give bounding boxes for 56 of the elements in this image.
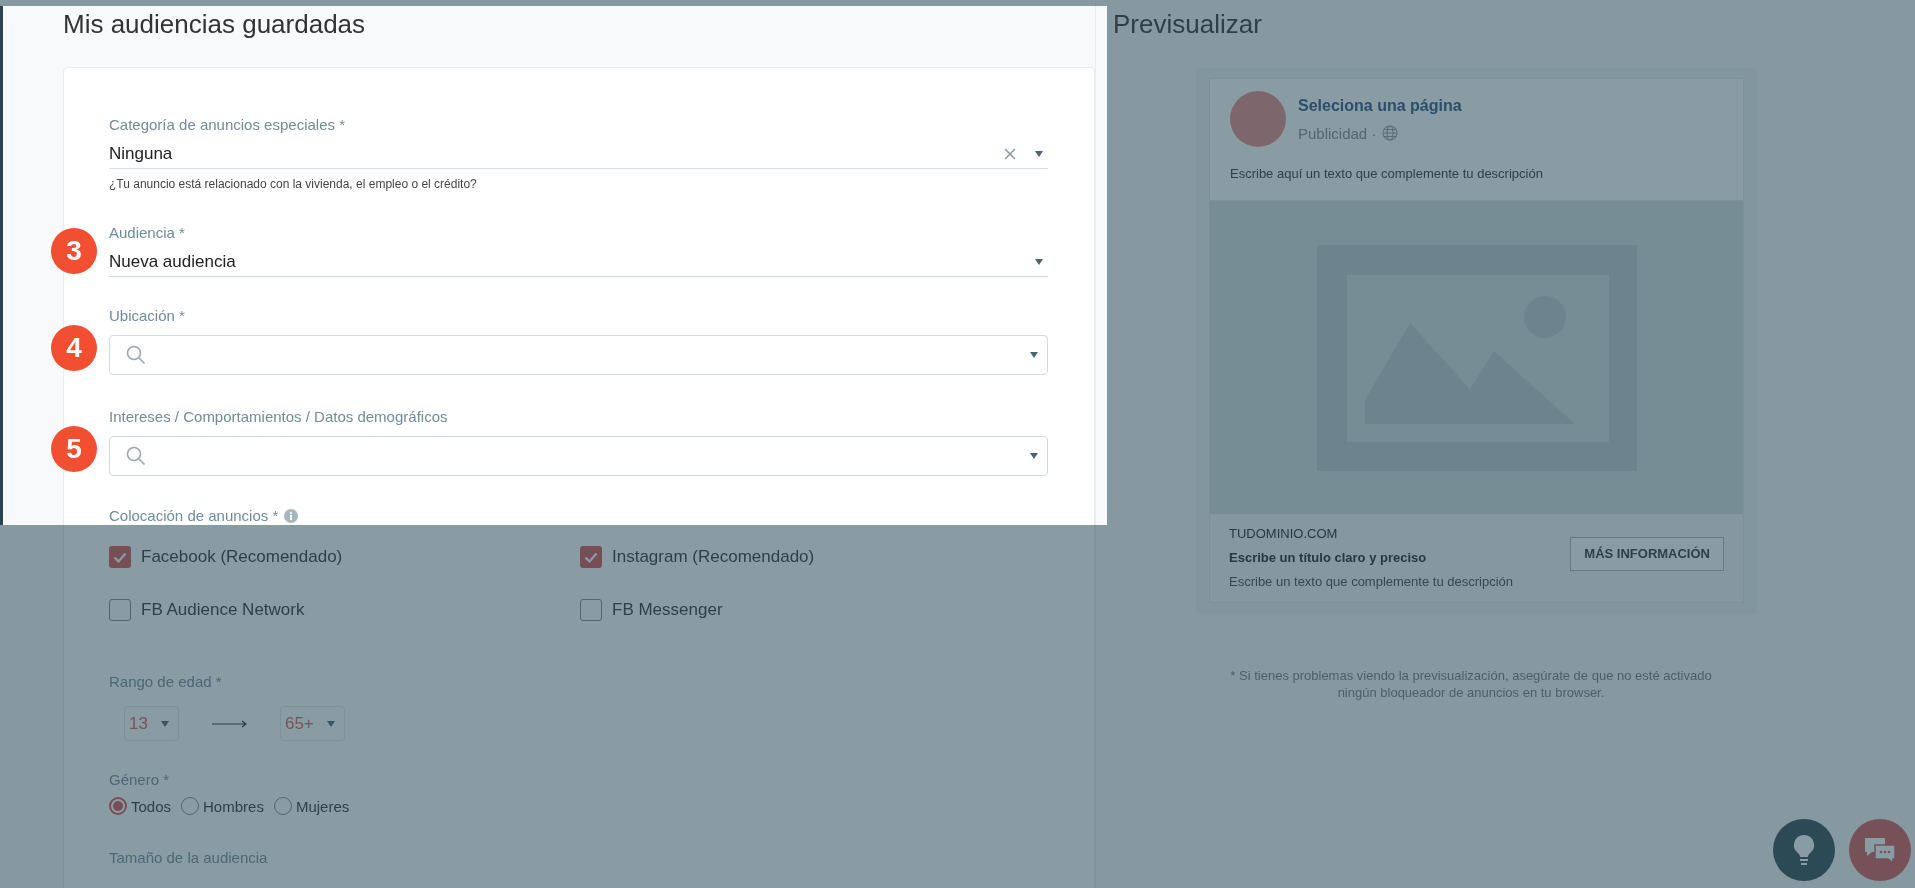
radio-label: Hombres [203,797,264,815]
radio-label: Mujeres [295,797,350,815]
step-badge: 5 [51,426,97,472]
field-label: Intereses / Comportamientos / Datos demográficos [109,408,448,426]
checkbox-label: Facebook (Recomendado) [141,547,343,567]
search-field[interactable] [109,335,1048,375]
search-icon [126,446,146,466]
checkbox-label: FB Messenger [612,600,723,620]
field-label: Categoría de anuncios especiales * [109,116,345,134]
check-icon [584,551,598,563]
field-label: Tamaño de la audiencia [109,849,268,867]
caret-icon [159,720,170,727]
info-icon [284,509,299,523]
select-field[interactable]: Ninguna [109,140,1048,169]
helper-text: ¿Tu anuncio está relacionado con la vivienda, el empleo o el crédito? [109,177,477,191]
checkbox-label: Instagram (Recomendado) [612,547,815,567]
description-text: Escribe un texto que complemente tu descripción [1229,574,1514,589]
checkbox-label: FB Audience Network [141,600,305,620]
checkbox[interactable] [580,599,602,621]
chat-icon [1863,836,1897,864]
note-text: * Si tienes problemas viendo la previsualización, asegúrate de que no esté activado ningún bloqueador de anuncios en tu browser. [1229,667,1713,701]
panel-title: Mis audiencias guardadas [63,8,367,40]
cta-button[interactable]: MÁS INFORMACIÓN [1570,536,1724,571]
post-text: Escribe aquí un texto que complemente tu descripción [1229,165,1544,183]
caret-icon [1029,352,1039,358]
caret-icon [1029,453,1039,459]
lightbulb-icon [1793,834,1815,866]
checkbox[interactable] [109,599,131,621]
field-label: Ubicación * [109,307,185,325]
caret-icon [325,720,336,727]
step-badge: 3 [51,228,97,274]
search-icon [126,345,146,365]
field-label: Rango de edad * [109,673,222,691]
arrow-icon [211,719,248,728]
field-label: Género * [109,771,170,789]
panel-title: Previsualizar [1113,8,1263,40]
step-badge: 4 [51,325,97,371]
radio-button[interactable] [109,797,127,815]
age-select[interactable]: 13 [124,706,179,741]
checkbox[interactable] [109,546,131,568]
globe-icon [1382,125,1399,141]
close-icon [1004,148,1016,160]
avatar-circle [1230,91,1286,147]
search-field[interactable] [109,436,1048,476]
age-select[interactable]: 65+ [279,706,345,741]
field-label: Audiencia * [109,224,185,242]
field-label: Colocación de anuncios * [109,507,279,525]
select-field[interactable]: Nueva audiencia [109,248,1048,277]
page-name: Seleciona una página [1298,96,1462,115]
caret-icon [1034,151,1044,157]
domain-text: TUDOMINIO.COM [1229,526,1339,541]
headline-text: Escribe un título claro y preciso [1229,550,1428,565]
caret-icon [1034,259,1044,265]
radio-label: Todos [131,797,172,815]
checkbox[interactable] [580,546,602,568]
check-icon [113,551,127,563]
